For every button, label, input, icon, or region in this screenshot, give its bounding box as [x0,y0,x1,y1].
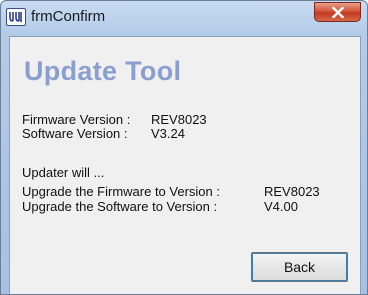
app-logo-icon [6,8,26,26]
updater-intro-text: Updater will ... [22,165,105,180]
dialog-window: frmConfirm Update Tool Firmware Version … [0,0,368,295]
back-button[interactable]: Back [251,252,348,282]
upgrade-software-value: V4.00 [264,199,298,214]
software-version-label: Software Version : [22,126,128,141]
dialog-content: Update Tool Firmware Version : REV8023 S… [9,36,361,294]
upgrade-firmware-value: REV8023 [264,184,320,199]
page-title: Update Tool [24,56,182,86]
window-title: frmConfirm [31,8,106,25]
title-bar[interactable]: frmConfirm [1,1,367,35]
software-version-value: V3.24 [151,126,185,141]
upgrade-firmware-label: Upgrade the Firmware to Version : [22,184,220,199]
close-icon [332,7,344,18]
firmware-version-label: Firmware Version : [22,112,131,127]
firmware-version-value: REV8023 [151,112,207,127]
upgrade-software-label: Upgrade the Software to Version : [22,199,218,214]
close-button[interactable] [314,2,361,22]
